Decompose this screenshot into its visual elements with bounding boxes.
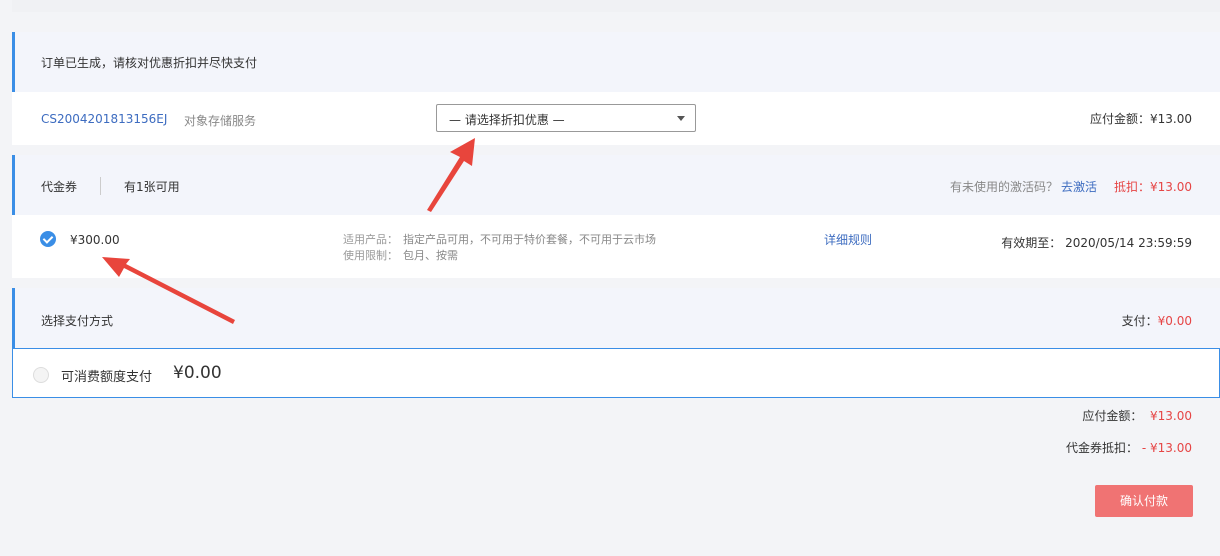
discount-select[interactable]: — 请选择折扣优惠 — [436, 104, 696, 132]
discount-select-value: — 请选择折扣优惠 — [449, 113, 565, 127]
coupon-deduct: 抵扣：¥13.00 [1114, 180, 1192, 194]
activate-question: 有未使用的激活码？ [950, 180, 1059, 194]
payment-option-value: ¥0.00 [173, 363, 222, 383]
coupon-item: ¥300.00 适用产品： 指定产品可用，不可用于特价套餐，不可用于云市场 使用… [12, 215, 1220, 278]
top-strip [12, 0, 1220, 12]
product-label: 适用产品： [343, 233, 398, 246]
limit-value: 包月、按需 [403, 249, 458, 262]
summary-payable: 应付金额： ¥13.00 [1082, 407, 1192, 424]
coupon-amount: ¥300.00 [70, 233, 120, 247]
summary-deduct-value: - ¥13.00 [1141, 441, 1192, 455]
coupon-header: 代金券 有1张可用 有未使用的激活码？ 去激活 抵扣：¥13.00 [12, 155, 1220, 215]
order-id[interactable]: CS2004201813156EJ [41, 112, 167, 126]
coupon-title: 代金券 [41, 180, 78, 194]
valid-until: 有效期至： 2020/05/14 23:59:59 [1001, 236, 1192, 250]
payment-title: 选择支付方式 [41, 314, 114, 328]
chevron-down-icon [677, 116, 685, 121]
divider [100, 177, 101, 195]
payment-amount: 支付：¥0.00 [1122, 312, 1192, 329]
payment-option-label: 可消费额度支付 [61, 370, 153, 385]
confirm-payment-button[interactable]: 确认付款 [1095, 485, 1193, 517]
pay-label: 支付： [1121, 314, 1158, 328]
payment-header: 选择支付方式 支付：¥0.00 [12, 288, 1220, 348]
payment-option[interactable]: 可消费额度支付 ¥0.00 [12, 348, 1220, 398]
coupon-available: 有1张可用 [124, 180, 180, 194]
summary-deduct: 代金券抵扣： - ¥13.00 [1066, 439, 1192, 456]
order-row: CS2004201813156EJ 对象存储服务 — 请选择折扣优惠 — 应付金… [12, 92, 1220, 145]
summary-payable-label: 应付金额： [1082, 409, 1143, 423]
order-service: 对象存储服务 [184, 114, 257, 128]
coupon-accent-bar [12, 155, 15, 215]
order-payment-page: 订单已生成，请核对优惠折扣并尽快支付 CS2004201813156EJ 对象存… [0, 0, 1220, 556]
rule-link[interactable]: 详细规则 [824, 231, 872, 248]
summary-payable-value: ¥13.00 [1150, 409, 1192, 423]
summary-deduct-label: 代金券抵扣： [1066, 441, 1139, 455]
checked-circle-icon[interactable] [40, 231, 56, 247]
product-value: 指定产品可用，不可用于特价套餐，不可用于云市场 [403, 233, 656, 246]
notice-accent-bar [12, 32, 15, 92]
activate-link[interactable]: 去激活 [1061, 178, 1097, 195]
pay-value: ¥0.00 [1157, 314, 1192, 328]
order-notice: 订单已生成，请核对优惠折扣并尽快支付 [12, 32, 1220, 92]
radio-icon[interactable] [33, 367, 49, 383]
limit-label: 使用限制： [343, 249, 398, 262]
notice-text: 订单已生成，请核对优惠折扣并尽快支付 [41, 56, 258, 70]
order-payable: 应付金额：¥13.00 [1090, 112, 1192, 126]
payment-accent-bar [12, 288, 15, 348]
